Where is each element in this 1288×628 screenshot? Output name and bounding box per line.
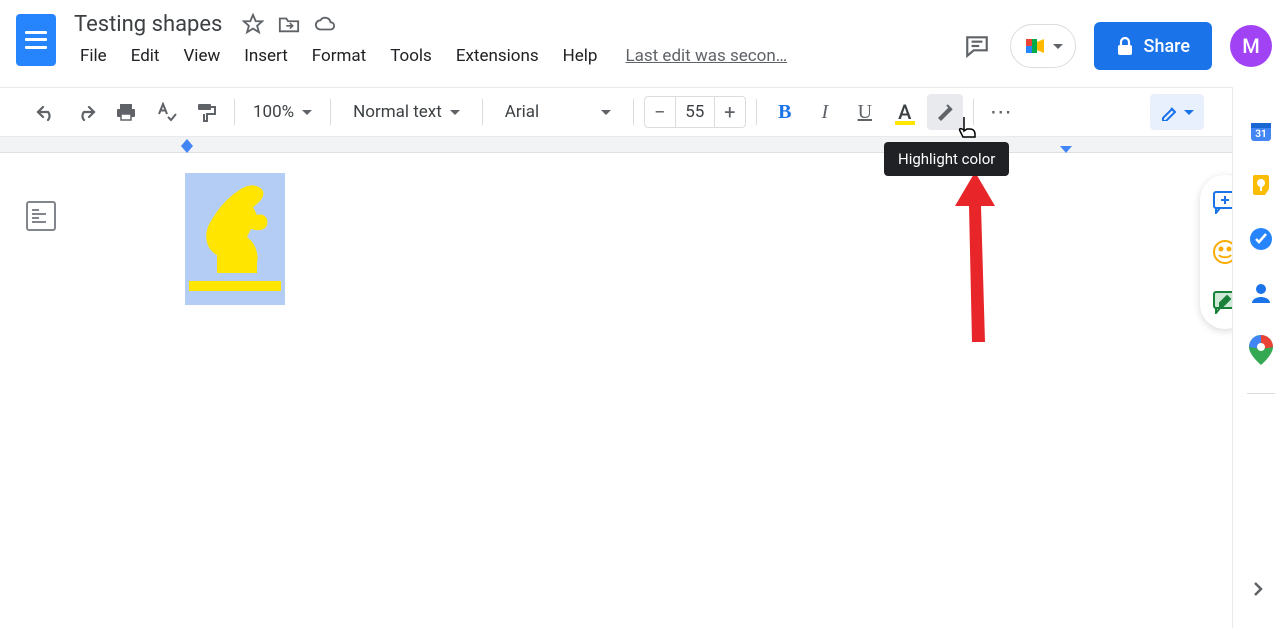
comments-history-icon[interactable] <box>962 31 992 61</box>
more-toolbar-button[interactable]: ⋯ <box>984 94 1020 130</box>
text-color-button[interactable]: A <box>887 94 923 130</box>
app-header: Testing shapes File Edit View Insert For… <box>0 0 1288 87</box>
share-label: Share <box>1144 36 1190 57</box>
font-size-input[interactable]: 55 <box>675 97 715 127</box>
menu-insert[interactable]: Insert <box>232 42 300 70</box>
menu-file[interactable]: File <box>68 42 119 70</box>
tooltip-highlight-color: Highlight color <box>884 142 1009 176</box>
highlight-color-button[interactable] <box>927 94 963 130</box>
last-edit-link[interactable]: Last edit was secon… <box>625 46 787 66</box>
show-side-panel-button[interactable] <box>1249 580 1273 604</box>
menu-edit[interactable]: Edit <box>119 42 172 70</box>
chevron-down-icon <box>1053 44 1063 49</box>
star-icon[interactable] <box>242 13 264 35</box>
font-size-increase[interactable]: + <box>715 100 745 124</box>
highlighter-icon <box>934 102 956 122</box>
print-button[interactable] <box>108 94 144 130</box>
chevron-down-icon <box>1184 110 1194 115</box>
zoom-select[interactable]: 100% <box>245 94 320 130</box>
spellcheck-button[interactable] <box>148 94 184 130</box>
undo-button[interactable] <box>28 94 64 130</box>
lock-icon <box>1116 36 1134 56</box>
document-outline-button[interactable] <box>26 201 56 231</box>
calendar-icon[interactable]: 31 <box>1249 119 1273 143</box>
editing-mode-button[interactable] <box>1150 94 1204 130</box>
menubar: File Edit View Insert Format Tools Exten… <box>68 40 962 72</box>
document-title[interactable]: Testing shapes <box>68 10 228 39</box>
menu-help[interactable]: Help <box>551 42 610 70</box>
paragraph-style-select[interactable]: Normal text <box>341 94 472 130</box>
meet-icon <box>1023 34 1047 58</box>
cloud-status-icon[interactable] <box>314 13 336 35</box>
docs-logo-icon[interactable] <box>16 14 56 66</box>
yellow-underline-shape <box>189 281 281 291</box>
menu-extensions[interactable]: Extensions <box>444 42 551 70</box>
horizontal-ruler[interactable] <box>0 137 1288 153</box>
pencil-icon <box>1160 103 1178 121</box>
menu-tools[interactable]: Tools <box>378 42 444 70</box>
font-family-select[interactable]: Arial <box>493 94 623 130</box>
maps-icon[interactable] <box>1249 335 1273 359</box>
bold-button[interactable]: B <box>767 94 803 130</box>
share-button[interactable]: Share <box>1094 22 1212 70</box>
knight-shape-icon <box>197 181 273 275</box>
document-canvas[interactable] <box>0 153 1288 623</box>
contacts-icon[interactable] <box>1249 281 1273 305</box>
paint-format-button[interactable] <box>188 94 224 130</box>
move-folder-icon[interactable] <box>278 13 300 35</box>
keep-icon[interactable] <box>1249 173 1273 197</box>
underline-button[interactable]: U <box>847 94 883 130</box>
svg-text:31: 31 <box>1255 129 1266 140</box>
account-avatar[interactable]: M <box>1230 25 1272 67</box>
side-panel: 31 <box>1232 87 1288 628</box>
italic-button[interactable]: I <box>807 94 843 130</box>
font-size-decrease[interactable]: − <box>645 100 675 124</box>
toolbar: 100% Normal text Arial − 55 + B I U A ⋯ <box>0 87 1288 137</box>
menu-view[interactable]: View <box>171 42 232 70</box>
tasks-icon[interactable] <box>1249 227 1273 251</box>
meet-button[interactable] <box>1010 24 1076 68</box>
font-size-control: − 55 + <box>644 96 746 128</box>
selected-image[interactable] <box>185 173 285 305</box>
redo-button[interactable] <box>68 94 104 130</box>
menu-format[interactable]: Format <box>300 42 378 70</box>
